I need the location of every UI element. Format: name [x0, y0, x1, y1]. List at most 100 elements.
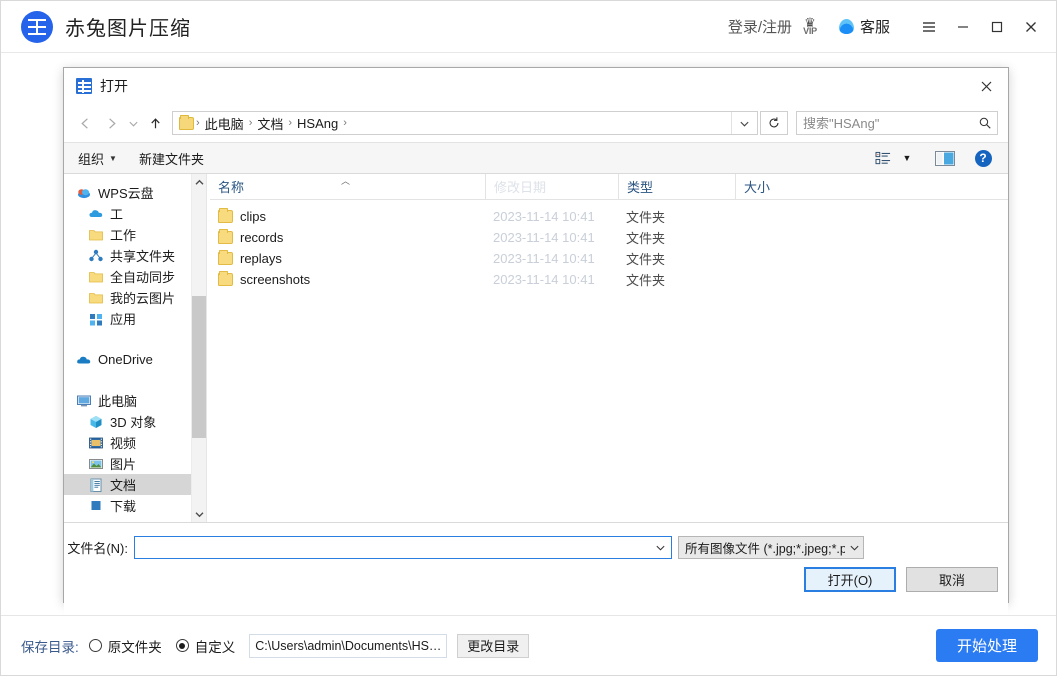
arrow-up-icon[interactable]	[142, 110, 168, 136]
sidebar-item-3d-objects[interactable]: 3D 对象	[64, 411, 206, 432]
customer-service-label: 客服	[859, 19, 890, 36]
search-icon[interactable]	[973, 116, 997, 130]
sidebar-item-wps-cloud[interactable]: WPS云盘	[64, 182, 206, 203]
chevron-up-icon[interactable]	[192, 174, 206, 190]
file-type-cell: 文件夹	[626, 231, 666, 246]
radio-custom-folder[interactable]: 自定义	[175, 636, 236, 656]
bottom-action-bar: 保存目录: 原文件夹 自定义 C:\Users\admin\Documents\…	[1, 615, 1056, 675]
table-row[interactable]: records 2023-11-14 10:41 文件夹	[210, 227, 1008, 248]
refresh-icon[interactable]	[760, 111, 788, 135]
file-name-text: clips	[240, 209, 267, 224]
folder-icon	[88, 227, 104, 243]
dialog-button-row: 打开(O) 取消	[804, 567, 998, 592]
sidebar-item-label: 此电脑	[98, 394, 138, 409]
breadcrumb-item-1[interactable]: 文档	[254, 114, 286, 133]
sidebar-item-label: 工	[110, 207, 124, 222]
new-folder-button[interactable]: 新建文件夹	[139, 149, 204, 168]
sidebar-item-label: 应用	[110, 312, 137, 327]
save-path-display: C:\Users\admin\Documents\HS…	[249, 633, 448, 658]
radio-custom-folder-label: 自定义	[194, 639, 236, 655]
vip-badge[interactable]: ♛ VIP	[797, 14, 823, 40]
preview-pane-icon[interactable]	[930, 146, 960, 170]
close-icon[interactable]	[1014, 10, 1048, 44]
change-directory-button[interactable]: 更改目录	[457, 633, 530, 658]
this-pc-icon	[76, 393, 92, 409]
dialog-body: WPS云盘 工 工作 共享文件夹 全自动同步 我的云图片 应用 OneDrive…	[64, 174, 1008, 523]
filename-chevron-down-icon[interactable]	[649, 537, 671, 558]
file-date-cell: 2023-11-14 10:41	[493, 272, 595, 287]
customer-service-button[interactable]: 客服	[838, 16, 890, 37]
sidebar-item-my-cloud-pictures[interactable]: 我的云图片	[64, 287, 206, 308]
column-header-size[interactable]: 大小	[735, 174, 820, 200]
cloud-icon	[88, 206, 104, 222]
address-bar[interactable]: › 此电脑 › 文档 › HSAng ›	[172, 111, 758, 135]
address-chevron-down-icon[interactable]	[731, 112, 757, 134]
save-directory-label: 保存目录:	[21, 639, 79, 655]
arrow-right-icon[interactable]	[98, 110, 124, 136]
hamburger-menu-icon[interactable]	[912, 10, 946, 44]
file-type-cell: 文件夹	[626, 273, 666, 288]
sidebar-item-label: 3D 对象	[110, 415, 157, 430]
minimize-icon[interactable]	[946, 10, 980, 44]
cancel-button[interactable]: 取消	[906, 567, 998, 592]
login-register-link[interactable]: 登录/注册	[728, 16, 792, 37]
file-type-filter-select[interactable]: 所有图像文件 (*.jpg;*.jpeg;*.p	[678, 535, 864, 559]
file-name-text: records	[240, 230, 284, 245]
search-box[interactable]	[796, 111, 998, 135]
maximize-icon[interactable]	[980, 10, 1014, 44]
documents-icon	[88, 477, 104, 493]
arrow-left-icon[interactable]	[72, 110, 98, 136]
file-list-pane: 名称 修改日期 类型 大小 ︿ clips 2023-11-14 10:41 文…	[210, 174, 1008, 522]
wps-cloud-icon	[76, 185, 92, 201]
organize-button[interactable]: 组织 ▼	[78, 149, 117, 168]
table-row[interactable]: clips 2023-11-14 10:41 文件夹	[210, 206, 1008, 227]
chevron-down-icon	[845, 542, 863, 553]
breadcrumb-separator: ›	[343, 117, 347, 129]
sidebar-item-label: WPS云盘	[98, 186, 154, 201]
toolbar-right-group: ▼ ?	[868, 146, 998, 170]
sidebar-item-auto-sync[interactable]: 全自动同步	[64, 266, 206, 287]
sidebar-item-pictures[interactable]: 图片	[64, 453, 206, 474]
sidebar-item-documents[interactable]: 文档	[64, 474, 206, 495]
open-button[interactable]: 打开(O)	[804, 567, 896, 592]
sidebar-item-apps[interactable]: 应用	[64, 308, 206, 329]
3d-objects-icon	[88, 414, 104, 430]
folder-icon	[218, 250, 233, 265]
breadcrumb-item-0[interactable]: 此电脑	[202, 114, 247, 133]
sidebar-item-label: OneDrive	[98, 352, 153, 367]
dialog-close-icon[interactable]	[964, 71, 1008, 101]
sidebar-item-videos[interactable]: 视频	[64, 432, 206, 453]
sidebar-item-onedrive[interactable]: OneDrive	[64, 349, 206, 370]
sidebar-item-shared-folder[interactable]: 共享文件夹	[64, 245, 206, 266]
scrollbar-thumb[interactable]	[192, 296, 206, 438]
sidebar-item-this-pc[interactable]: 此电脑	[64, 390, 206, 411]
filename-field[interactable]	[134, 535, 672, 559]
sidebar-item-label: 文档	[110, 478, 137, 493]
radio-button-icon	[88, 639, 102, 652]
list-view-icon[interactable]	[868, 146, 898, 170]
application-window: 赤兔图片压缩 登录/注册 ♛ VIP 客服 打开 › 此电脑 › 文档 › HS…	[0, 0, 1057, 676]
sidebar-item-label: 下载	[110, 499, 137, 514]
column-header-type[interactable]: 类型	[618, 174, 735, 200]
sidebar-scrollbar[interactable]	[191, 174, 206, 522]
table-row[interactable]: screenshots 2023-11-14 10:41 文件夹	[210, 269, 1008, 290]
filename-input[interactable]	[135, 539, 649, 555]
start-processing-button[interactable]: 开始处理	[936, 629, 1038, 662]
table-row[interactable]: replays 2023-11-14 10:41 文件夹	[210, 248, 1008, 269]
help-icon[interactable]: ?	[968, 146, 998, 170]
folder-icon	[179, 114, 194, 130]
chevron-down-icon[interactable]	[192, 506, 206, 522]
sidebar-item-downloads[interactable]: 下载	[64, 495, 206, 516]
breadcrumb-item-2[interactable]: HSAng	[294, 116, 341, 131]
history-chevron-down-icon[interactable]	[124, 110, 142, 136]
search-input[interactable]	[797, 115, 973, 131]
chevron-down-icon: ▼	[109, 153, 117, 163]
filename-row: 文件名(N): 所有图像文件 (*.jpg;*.jpeg;*.p	[64, 535, 1008, 559]
file-name-cell: records	[210, 229, 485, 245]
radio-original-folder[interactable]: 原文件夹	[88, 636, 162, 656]
column-header-date[interactable]: 修改日期	[485, 174, 618, 200]
view-chevron-down-icon[interactable]: ▼	[898, 146, 916, 170]
sidebar-item-work[interactable]: 工作	[64, 224, 206, 245]
sidebar-item-gong[interactable]: 工	[64, 203, 206, 224]
